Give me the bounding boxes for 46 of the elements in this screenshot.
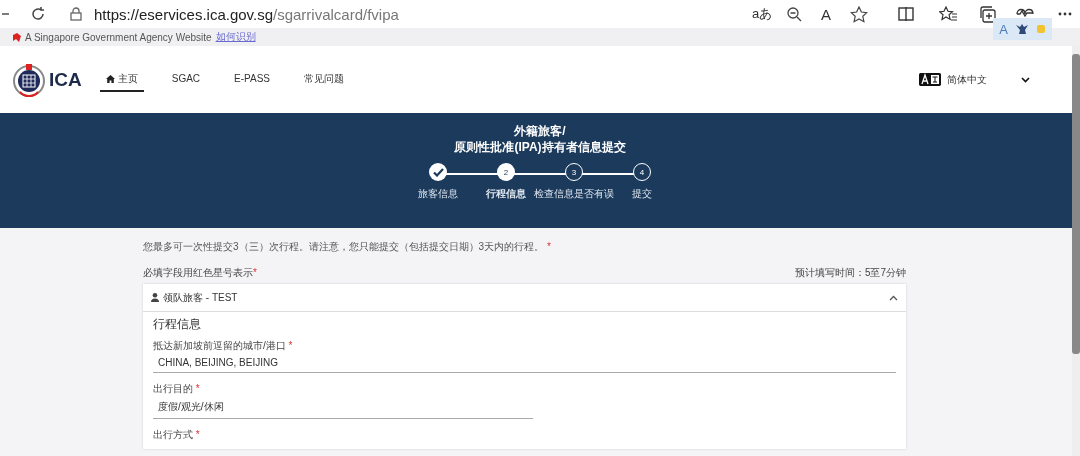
step-label: 行程信息 xyxy=(486,187,526,201)
nav-tab[interactable]: SGAC xyxy=(165,69,207,90)
nav-tab[interactable]: E-PASS xyxy=(228,69,276,90)
nav-tab[interactable]: 常见问题 xyxy=(298,67,350,92)
traveller-name: 领队旅客 - TEST xyxy=(163,290,238,305)
time-note: 预计填写时间：5至7分钟 xyxy=(794,266,906,280)
field-label: 出行目的 * xyxy=(153,382,201,396)
lock-icon[interactable] xyxy=(70,7,82,21)
favorites-icon[interactable] xyxy=(939,6,957,22)
step-label: 旅客信息 xyxy=(418,187,458,201)
translate-icon[interactable]: aあ xyxy=(747,2,777,26)
logo-text: ICA xyxy=(49,68,82,91)
step-label: 提交 xyxy=(632,187,652,201)
identify-link[interactable]: 如何识别 xyxy=(215,30,256,44)
chevron-down-icon xyxy=(1021,76,1030,83)
required-note: 必填字段用红色星号表示* xyxy=(143,266,257,280)
field-label: 出行方式 * xyxy=(153,428,201,442)
address-bar[interactable]: https://eservices.ica.gov.sg/sgarrivalcard/fvipa xyxy=(94,5,399,23)
more-icon[interactable] xyxy=(1058,12,1072,16)
scrollbar-thumb[interactable] xyxy=(1072,54,1080,354)
language-select[interactable]: 简体中文 xyxy=(919,72,1030,87)
extension-icon[interactable]: A xyxy=(999,21,1008,37)
step-label: 检查信息是否有误 xyxy=(534,187,614,201)
page-title: 外籍旅客/ 原则性批准(IPA)持有者信息提交 xyxy=(454,123,626,155)
reload-icon[interactable] xyxy=(30,6,46,22)
read-aloud-icon[interactable]: A xyxy=(811,2,841,26)
field-label: 抵达新加坡前逗留的城市/港口 * xyxy=(153,339,294,353)
collections-icon[interactable] xyxy=(979,5,996,23)
star-icon[interactable] xyxy=(850,5,868,23)
section-title: 行程信息 xyxy=(153,316,202,333)
nav-tab[interactable]: 主页 xyxy=(99,67,144,92)
bird-icon[interactable] xyxy=(1016,24,1028,34)
collapse-icon[interactable] xyxy=(889,294,898,301)
select-field[interactable]: 度假/观光/休闲 xyxy=(153,399,533,419)
step-number: 2 xyxy=(497,163,515,181)
intro-text: 您最多可一次性提交3（三）次行程。请注意，您只能提交（包括提交日期）3天内的行程。 * xyxy=(143,240,552,254)
step-number: 4 xyxy=(633,163,651,181)
zoom-out-icon[interactable] xyxy=(786,6,802,22)
step-number: 3 xyxy=(565,163,583,181)
input-field[interactable]: CHINA, BEIJING, BEIJING xyxy=(153,356,896,373)
translate-icon xyxy=(919,73,941,86)
home-icon xyxy=(105,74,115,83)
crest-icon xyxy=(12,61,46,98)
split-screen-icon[interactable] xyxy=(898,7,914,21)
gov-banner-text: A Singapore Government Agency Website xyxy=(25,31,212,43)
person-icon xyxy=(151,293,159,302)
